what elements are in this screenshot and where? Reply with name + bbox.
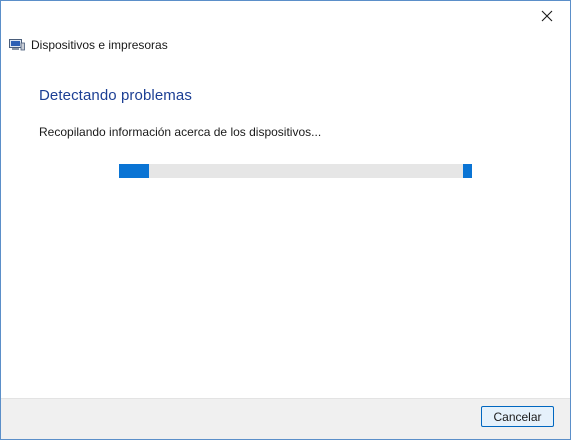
page-heading: Detectando problemas <box>39 87 192 104</box>
footer-bar: Cancelar <box>1 398 570 439</box>
troubleshooter-window: Dispositivos e impresoras Detectando pro… <box>0 0 571 440</box>
main-content: Detectando problemas <box>39 87 540 104</box>
devices-printers-icon <box>9 39 25 51</box>
window-title: Dispositivos e impresoras <box>31 38 168 52</box>
close-button[interactable] <box>524 1 570 31</box>
progress-bar <box>119 164 472 178</box>
close-icon <box>541 10 553 22</box>
window-header: Dispositivos e impresoras <box>9 38 168 52</box>
title-bar[interactable] <box>1 1 570 35</box>
progress-indicator-right <box>463 164 472 178</box>
progress-indicator-left <box>119 164 149 178</box>
status-message: Recopilando información acerca de los di… <box>39 125 322 139</box>
cancel-button[interactable]: Cancelar <box>481 406 554 427</box>
